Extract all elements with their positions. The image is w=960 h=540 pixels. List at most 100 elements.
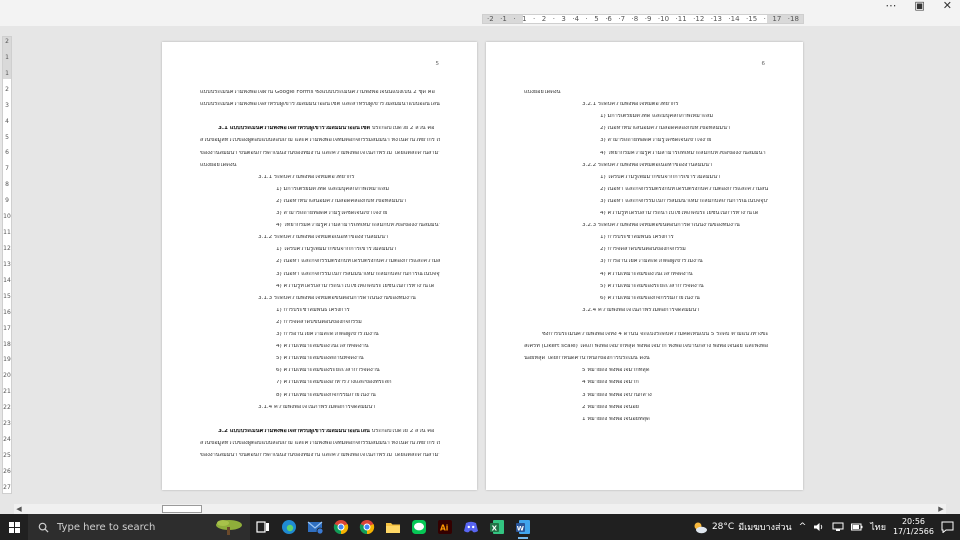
document-text-line[interactable]: ซึ่งการประเมินความพึงพอใจทั้ง 4 ด้านนี้ … (524, 332, 768, 338)
line-text: แบบประเมินความพึงพอใจผ่าน Google Forms ซ… (200, 90, 435, 95)
document-text-line[interactable]: 1 หมายถึง พึงพอใจน้อยที่สุด (524, 417, 768, 423)
input-language[interactable]: ไทย (870, 520, 886, 534)
ruler-tick-label: 23 (3, 420, 11, 428)
document-text-line[interactable]: 1) การประชาสัมพันธ์โครงการ (524, 235, 768, 241)
word-button[interactable]: W (510, 514, 536, 540)
document-text-line[interactable]: 3) การอำนวยความสะดวกต่อผู้เข้าร่วมงาน (524, 259, 768, 265)
task-view-icon (256, 521, 269, 533)
document-text-line[interactable]: แบบประเมินความพึงพอใจผ่าน Google Forms ซ… (200, 90, 440, 96)
document-text-line[interactable]: 3) การอำนวยความสะดวกต่อผู้เข้าร่วมงาน (200, 332, 440, 338)
document-text-line[interactable]: 1) การประชาสัมพันธ์โครงการ (200, 308, 440, 314)
task-view-button[interactable] (250, 514, 276, 540)
document-text-line[interactable]: 6) ความเหมาะสมของระยะเวลาการจัดงาน (200, 368, 440, 374)
document-text-line[interactable]: ลิเคิร์ท (Likert scale) ได้แก่ พึงพอใจมา… (524, 344, 768, 350)
document-text-line[interactable]: 5) ความเหมาะสมของสถานที่จัดงาน (200, 356, 440, 362)
document-text-line[interactable]: แบ่งย่อยได้ดังนี้ (524, 90, 768, 96)
document-text-line[interactable]: ของงานสัมมนา ขั้นตอนการดำเนินงานของทีมงา… (200, 151, 440, 157)
battery-icon[interactable] (851, 522, 863, 532)
document-text-line[interactable]: 8) ความเหมาะสมของกิจกรรมภายในงาน (200, 393, 440, 399)
document-text-line[interactable]: 2) เนื้อหาที่นำเสนอมีความสอดคล้องกับหัวข… (200, 199, 440, 205)
discord-button[interactable] (458, 514, 484, 540)
clock[interactable]: 20:56 17/1/2566 (893, 517, 934, 537)
horizontal-ruler[interactable]: ·2·1 · 1 · 2 · 3·4 · 5·6·7·8·9·10·11·12·13·14·15… (482, 14, 804, 24)
ruler-tick-label: 17 (772, 15, 782, 23)
edge-button[interactable] (276, 514, 302, 540)
chrome-button[interactable] (328, 514, 354, 540)
excel-button[interactable]: X (484, 514, 510, 540)
document-text-line[interactable]: น้อยที่สุด โดยกำหนดค่าน้ำหนักของการประเม… (524, 356, 768, 362)
document-text-line[interactable]: 4) ความรู้ที่ได้รับสามารถนำไปใช้ให้เกิดป… (200, 284, 440, 290)
document-text-line[interactable]: 3.1 แบบประเมินความพึงพอใจสำหรับผู้เข้าร่… (200, 126, 440, 132)
document-text-line[interactable]: 3.2.3 ระดับความพึงพอใจที่มีต่อขั้นตอนการ… (524, 223, 768, 229)
vertical-ruler[interactable]: 2 1 1 2 3 4 5 6 7 8 9 10 11 12 13 14 15 16 17 18 19 20 21 22 23 2… (2, 36, 12, 494)
notifications-icon[interactable] (941, 521, 954, 533)
document-text-line[interactable]: 4) ความเหมาะสมของวันเวลาที่จัดงาน (524, 272, 768, 278)
mail-button[interactable] (302, 514, 328, 540)
file-explorer-button[interactable] (380, 514, 406, 540)
illustrator-button[interactable]: Ai (432, 514, 458, 540)
document-text-line[interactable]: 1) มีการเตรียมตัวที่ดี และมีบุคลิกภาพเหม… (200, 187, 440, 193)
document-text-line[interactable]: 7) ความเหมาะสมของอาหารว่างและของที่ระลึก (200, 380, 440, 386)
document-text-line[interactable]: 2) การจัดลำดับขั้นตอนของกิจกรรม (524, 247, 768, 253)
document-text-line[interactable]: 3.1.4 ความพึงพอใจในภาพรวมต่อการจัดสัมมนา (200, 405, 440, 411)
document-text-line[interactable]: แบ่งย่อยได้ดังนี้ (200, 163, 440, 169)
document-text-line[interactable]: 3.2.2 ระดับความพึงพอใจที่มีต่อเนื้อหาของ… (524, 163, 768, 169)
chrome-profile-button[interactable] (354, 514, 380, 540)
ruler-tick-label: 18 (3, 340, 11, 348)
document-text-line[interactable]: 3.1.1 ระดับความพึงพอใจที่มีต่อวิทยากร (200, 175, 440, 181)
scrollbar-thumb[interactable] (162, 505, 202, 513)
document-text-line[interactable]: 3.1.2 ระดับความพึงพอใจที่มีต่อเนื้อหาของ… (200, 235, 440, 241)
svg-text:Ai: Ai (440, 524, 448, 533)
line-app-button[interactable] (406, 514, 432, 540)
scroll-right-icon[interactable]: ▶ (936, 504, 946, 514)
document-text-line[interactable]: 1) ได้รับความรู้เพิ่มมากขึ้นจากการเข้าร่… (524, 175, 768, 181)
document-text-line[interactable]: 3.2.4 ความพึงพอใจในภาพรวมต่อการจัดสัมมนา (524, 308, 768, 314)
horizontal-scrollbar[interactable]: ◀ ▶ (14, 504, 946, 514)
document-text-line[interactable]: 3) เนื้อหา และกิจกรรมในการสัมมนาเหมาะสมก… (524, 199, 768, 205)
taskbar-search-box[interactable]: Type here to search (28, 514, 250, 540)
document-text-line[interactable]: 1) มีการเตรียมตัวที่ดี และมีบุคลิกภาพเหม… (524, 114, 768, 120)
document-text-line[interactable]: แบบประเมินความพึงพอใจสำหรับผู้เข้าร่วมสั… (200, 102, 440, 108)
restore-icon[interactable]: ▣ (914, 0, 924, 12)
document-text-line[interactable]: 3) เนื้อหา และกิจกรรมในการสัมมนาเหมาะสมก… (200, 272, 440, 278)
document-text-line[interactable]: 3) สามารถถ่ายทอดความรู้ได้ชัดเจนเข้าใจง่… (200, 211, 440, 217)
ruler-tick-label: 4 (5, 117, 9, 125)
ruler-tick-label: ·1 (500, 15, 507, 23)
document-text-line[interactable]: ส่วนข้อมูลทั่วไปของผู้ตอบแบบสอบถาม และคว… (200, 138, 440, 144)
ruler-tick-label: 10 (3, 213, 11, 221)
document-text-line[interactable]: 5) ความเหมาะสมของระยะเวลาการจัดงาน (524, 284, 768, 290)
weather-widget[interactable]: 28°C มีเมฆบางส่วน (692, 520, 792, 534)
document-text-line[interactable]: 2) เนื้อหา และกิจกรรมตรงกับที่ได้รับตรงก… (200, 259, 440, 265)
document-text-line[interactable]: 2) เนื้อหา และกิจกรรมตรงกับที่ได้รับตรงก… (524, 187, 768, 193)
document-text-line[interactable]: 4) ความเหมาะสมของวันเวลาที่จัดงาน (200, 344, 440, 350)
scroll-left-icon[interactable]: ◀ (14, 504, 24, 514)
document-text-line[interactable]: 2 หมายถึง พึงพอใจน้อย (524, 405, 768, 411)
document-text-line[interactable]: 3) สามารถถ่ายทอดความรู้ได้ชัดเจนเข้าใจง่… (524, 138, 768, 144)
network-icon[interactable] (832, 522, 844, 532)
ruler-tick-label: 3 (561, 15, 566, 23)
document-text-line[interactable]: ส่วนข้อมูลทั่วไปของผู้ตอบแบบสอบถาม และคว… (200, 441, 440, 447)
document-text-line[interactable]: 3.1.3 ระดับความพึงพอใจที่มีต่อขั้นตอนการ… (200, 296, 440, 302)
more-options-icon[interactable]: ⋯ (885, 0, 896, 12)
document-text-line[interactable]: ของงานสัมมนา ขั้นตอนการดำเนินงานของทีมงา… (200, 453, 440, 459)
document-text-line[interactable]: 4) วิทยากรมีความรู้ความสามารถที่เหมาะสมก… (200, 223, 440, 229)
document-text-line[interactable]: 3.2.1 ระดับความพึงพอใจที่มีต่อวิทยากร (524, 102, 768, 108)
line-text: แบ่งย่อยได้ดังนี้ (200, 162, 237, 168)
document-text-line[interactable]: 4 หมายถึง พึงพอใจมาก (524, 380, 768, 386)
document-page-6[interactable]: 6 แบ่งย่อยได้ดังนี้ 3.2.1 ระดับความพึงพอใ… (486, 42, 803, 490)
close-icon[interactable]: ✕ (943, 0, 952, 12)
start-button[interactable] (0, 514, 28, 540)
document-text-line[interactable]: 1) ได้รับความรู้เพิ่มมากขึ้นจากการเข้าร่… (200, 247, 440, 253)
document-page-5[interactable]: 5 แบบประเมินความพึงพอใจผ่าน Google Forms… (162, 42, 477, 490)
document-text-line[interactable]: 6) ความเหมาะสมของกิจกรรมภายในงาน (524, 296, 768, 302)
show-hidden-icons-icon[interactable]: ^ (799, 522, 807, 532)
document-text-line[interactable]: 4) วิทยากรมีความรู้ความสามารถที่เหมาะสมก… (524, 151, 768, 157)
document-text-line[interactable]: 5 หมายถึง พึงพอใจมากที่สุด (524, 368, 768, 374)
speaker-icon[interactable] (813, 522, 825, 532)
document-text-line[interactable]: 3.2 แบบประเมินความพึงพอใจสำหรับผู้เข้าร่… (200, 429, 440, 435)
document-text-line[interactable]: 4) ความรู้ที่ได้รับสามารถนำไปใช้ให้เกิดป… (524, 211, 768, 217)
document-text-line[interactable]: 2) การจัดลำดับขั้นตอนของกิจกรรม (200, 320, 440, 326)
excel-icon: X (490, 520, 504, 534)
document-text-line[interactable]: 3 หมายถึง พึงพอใจปานกลาง (524, 393, 768, 399)
document-text-line[interactable]: 2) เนื้อหาที่นำเสนอมีความสอดคล้องกับหัวข… (524, 126, 768, 132)
